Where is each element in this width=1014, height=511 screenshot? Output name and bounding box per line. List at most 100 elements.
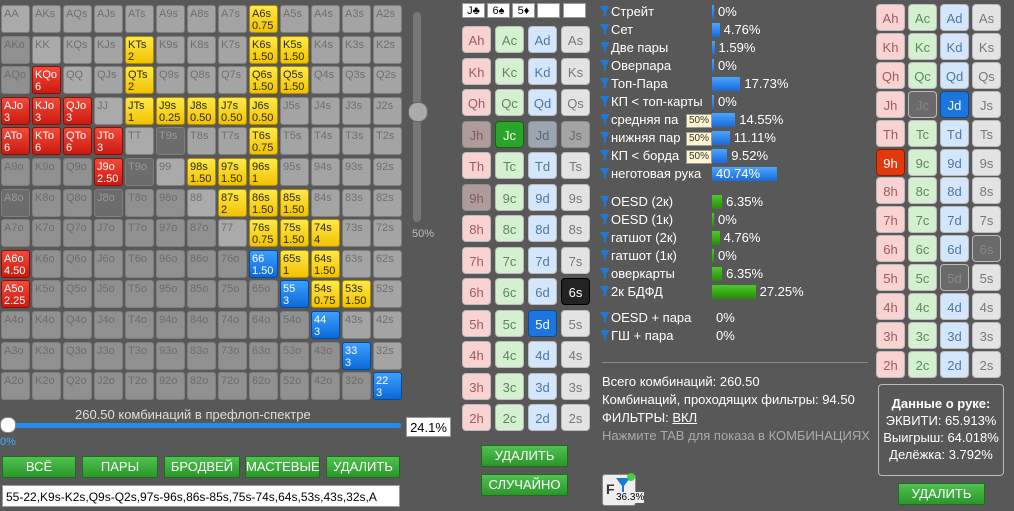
matrix-cell-A7s[interactable]: A7s: [218, 5, 247, 33]
stat-7-row[interactable]: нижняя пар: [600, 130, 681, 145]
board-card-2s[interactable]: 2s: [561, 404, 590, 431]
stat-7-weight-tag[interactable]: 50%: [686, 132, 713, 146]
matrix-cell-T6o[interactable]: T6o: [125, 249, 154, 278]
matrix-cell-98s[interactable]: 98s 1.50: [187, 158, 216, 186]
matrix-cell-T3s[interactable]: T3s: [342, 127, 371, 156]
matrix-cell-A4o[interactable]: A4o: [1, 311, 30, 339]
filter-funnel-icon[interactable]: [600, 24, 609, 35]
matrix-cell-83o[interactable]: 83o: [187, 341, 216, 370]
hero-card-Td[interactable]: Td: [940, 119, 969, 147]
matrix-cell-K7o[interactable]: K7o: [32, 219, 61, 248]
matrix-cell-64o[interactable]: 64o: [249, 311, 278, 339]
filter-funnel-icon[interactable]: [600, 330, 609, 341]
matrix-cell-Q7s[interactable]: Q7s: [218, 66, 247, 95]
board-card-7h[interactable]: 7h: [462, 246, 491, 274]
board-card-4h[interactable]: 4h: [462, 341, 491, 368]
matrix-cell-87o[interactable]: 87o: [187, 219, 216, 248]
matrix-cell-J8s[interactable]: J8s 0.50: [187, 96, 216, 125]
matrix-cell-92o[interactable]: 92o: [156, 372, 185, 401]
matrix-cell-95s[interactable]: 95s: [280, 158, 309, 186]
board-card-7c[interactable]: 7c: [495, 246, 524, 274]
filter-funnel-icon[interactable]: [600, 168, 609, 179]
filter-funnel-icon[interactable]: [600, 268, 609, 279]
hand-matrix[interactable]: AA AKs AQs AJs ATs A9s A8s A7s A6s 0.75 A5s A4s A3s A…: [1, 5, 402, 403]
matrix-cell-74s[interactable]: 74s 4: [311, 219, 340, 248]
delete-range-button[interactable]: УДАЛИТЬ: [326, 456, 400, 478]
filter-funnel-icon[interactable]: [600, 114, 609, 125]
matrix-cell-A8o[interactable]: A8o: [1, 188, 30, 217]
board-card-Qs[interactable]: Qs: [561, 89, 590, 116]
matrix-cell-A9s[interactable]: A9s: [156, 5, 185, 33]
hero-card-4h[interactable]: 4h: [876, 293, 905, 320]
matrix-cell-76o[interactable]: 76o: [218, 249, 247, 278]
matrix-cell-ATs[interactable]: ATs: [125, 5, 154, 33]
matrix-cell-KK[interactable]: KK: [32, 35, 61, 64]
board-card-Jd[interactable]: Jd: [528, 120, 557, 148]
matrix-cell-K2s[interactable]: K2s: [373, 35, 402, 64]
matrix-cell-53o[interactable]: 53o: [280, 341, 309, 370]
matrix-cell-Q3s[interactable]: Q3s: [342, 66, 371, 95]
hero-card-Th[interactable]: Th: [876, 119, 905, 147]
matrix-cell-42o[interactable]: 42o: [311, 372, 340, 401]
filter-badge[interactable]: F 36.3%: [602, 473, 645, 506]
matrix-cell-52s[interactable]: 52s: [373, 280, 402, 309]
board-card-Td[interactable]: Td: [528, 152, 557, 179]
matrix-cell-53s[interactable]: 53s 1.50: [342, 280, 371, 309]
matrix-cell-QJo[interactable]: QJo 3: [63, 96, 92, 125]
hero-card-4d[interactable]: 4d: [940, 293, 969, 320]
matrix-cell-K7s[interactable]: K7s: [218, 35, 247, 64]
matrix-cell-76s[interactable]: 76s 0.75: [249, 219, 278, 248]
board-card-3d[interactable]: 3d: [528, 372, 557, 400]
board-card-9s[interactable]: 9s: [561, 183, 590, 211]
stat-6-weight-tag[interactable]: 50%: [686, 114, 713, 128]
matrix-cell-QQ[interactable]: QQ: [63, 66, 92, 95]
board-card-8c[interactable]: 8c: [495, 215, 524, 242]
stat-0-row[interactable]: Стрейт: [600, 4, 654, 19]
matrix-cell-A2o[interactable]: A2o: [1, 372, 30, 401]
hero-card-2c[interactable]: 2c: [908, 350, 937, 378]
matrix-cell-T9s[interactable]: T9s: [156, 127, 185, 156]
board-card-5s[interactable]: 5s: [561, 309, 590, 337]
matrix-cell-33[interactable]: 33 3: [342, 341, 371, 370]
filter-funnel-icon[interactable]: [600, 232, 609, 243]
hero-card-8c[interactable]: 8c: [908, 177, 937, 205]
board-card-Kd[interactable]: Kd: [528, 57, 557, 85]
matrix-cell-97s[interactable]: 97s 1.50: [218, 158, 247, 186]
matrix-cell-K8s[interactable]: K8s: [187, 35, 216, 64]
board-card-Ah[interactable]: Ah: [462, 26, 491, 53]
hero-card-6c[interactable]: 6c: [908, 235, 937, 263]
matrix-cell-63s[interactable]: 63s: [342, 249, 371, 278]
matrix-cell-65s[interactable]: 65s 1: [280, 249, 309, 278]
hero-card-Kc[interactable]: Kc: [908, 32, 937, 60]
matrix-cell-KJo[interactable]: KJo 3: [32, 96, 61, 125]
board-card-Kh[interactable]: Kh: [462, 57, 491, 85]
matrix-cell-Q9s[interactable]: Q9s: [156, 66, 185, 95]
matrix-cell-KQs[interactable]: KQs: [63, 35, 92, 64]
matrix-cell-JTo[interactable]: JTo 3: [94, 127, 123, 156]
matrix-cell-96s[interactable]: 96s 1: [249, 158, 278, 186]
matrix-cell-A6s[interactable]: A6s 0.75: [249, 5, 278, 33]
hero-card-Ts[interactable]: Ts: [972, 119, 1001, 147]
pairs-button[interactable]: ПАРЫ: [82, 456, 158, 478]
board-card-Ac[interactable]: Ac: [495, 26, 524, 53]
filter-funnel-icon[interactable]: [600, 60, 609, 71]
vertical-slider-knob[interactable]: [408, 102, 428, 122]
all-button[interactable]: ВСЁ: [2, 456, 76, 478]
matrix-cell-T4o[interactable]: T4o: [125, 311, 154, 339]
matrix-cell-KTs[interactable]: KTs 2: [125, 35, 154, 64]
matrix-cell-AKo[interactable]: AKo: [1, 35, 30, 64]
random-board-button[interactable]: СЛУЧАЙНО: [481, 474, 568, 496]
matrix-cell-66[interactable]: 66 1.50: [249, 249, 278, 278]
board-slot-2[interactable]: 6♠: [487, 3, 510, 18]
matrix-cell-J5o[interactable]: J5o: [94, 280, 123, 309]
matrix-cell-TT[interactable]: TT: [125, 127, 154, 156]
range-text-field[interactable]: 55-22,K9s-K2s,Q9s-Q2s,97s-96s,86s-85s,75…: [2, 485, 400, 507]
matrix-cell-82s[interactable]: 82s: [373, 188, 402, 217]
board-card-Kc[interactable]: Kc: [495, 57, 524, 85]
board-slot-5[interactable]: [563, 3, 586, 18]
board-card-2c[interactable]: 2c: [495, 404, 524, 431]
stat-8-row[interactable]: КП < борда: [600, 148, 679, 163]
board-card-5h[interactable]: 5h: [462, 309, 491, 337]
matrix-cell-K8o[interactable]: K8o: [32, 188, 61, 217]
matrix-cell-88[interactable]: 88: [187, 188, 216, 217]
